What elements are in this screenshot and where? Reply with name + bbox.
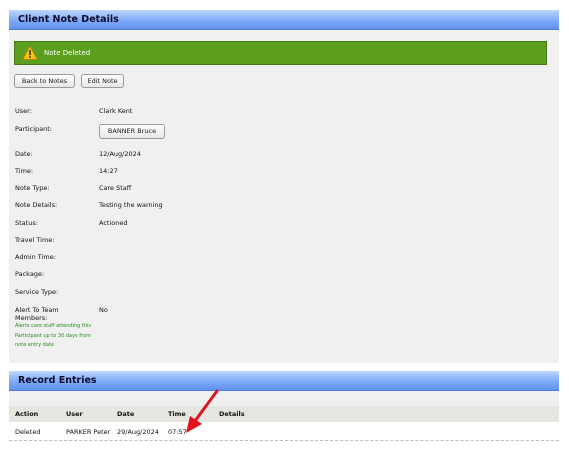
client-note-details-header: Client Note Details bbox=[9, 10, 559, 30]
record-entries-panel bbox=[9, 391, 559, 406]
column-header-action: Action bbox=[15, 410, 39, 418]
record-table-header bbox=[9, 406, 559, 422]
status-label: Status: bbox=[15, 219, 38, 227]
alert-team-hint: Alerts care staff attending this Partici… bbox=[15, 323, 92, 348]
status-value: Actioned bbox=[99, 219, 128, 227]
table-row-divider bbox=[9, 440, 559, 441]
section-title: Record Entries bbox=[18, 375, 97, 386]
back-to-notes-button[interactable]: Back to Notes bbox=[14, 74, 75, 88]
warning-triangle-icon bbox=[22, 45, 38, 60]
column-header-details: Details bbox=[219, 410, 245, 418]
package-label: Package: bbox=[15, 270, 45, 278]
alert-team-label-line1: Alert To Team bbox=[15, 306, 59, 314]
alert-message: Note Deleted bbox=[44, 49, 91, 57]
note-details-label: Note Details: bbox=[15, 201, 58, 209]
user-value: Clark Kent bbox=[99, 107, 133, 115]
table-cell-date: 29/Aug/2024 bbox=[117, 428, 159, 436]
note-details-value: Testing the warning bbox=[99, 201, 163, 209]
time-label: Time: bbox=[15, 167, 34, 175]
participant-button[interactable]: BANNER Bruce bbox=[99, 124, 165, 139]
red-arrow-icon bbox=[186, 389, 219, 433]
record-entries-header: Record Entries bbox=[9, 371, 559, 391]
note-deleted-alert: Note Deleted bbox=[14, 41, 547, 65]
date-label: Date: bbox=[15, 150, 33, 158]
table-cell-user: PARKER Peter bbox=[66, 428, 111, 436]
time-value: 14:27 bbox=[99, 167, 118, 175]
admin-time-label: Admin Time: bbox=[15, 253, 56, 261]
note-type-value: Care Staff bbox=[99, 184, 132, 192]
date-value: 12/Aug/2024 bbox=[99, 150, 141, 158]
edit-note-button[interactable]: Edit Note bbox=[81, 74, 124, 88]
column-header-user: User bbox=[66, 410, 83, 418]
note-type-label: Note Type: bbox=[15, 184, 50, 192]
alert-team-label-line2: Members: bbox=[15, 314, 48, 322]
participant-label: Participant: bbox=[15, 125, 52, 133]
alert-team-value: No bbox=[99, 306, 108, 314]
user-label: User: bbox=[15, 107, 32, 115]
travel-time-label: Travel Time: bbox=[15, 236, 55, 244]
section-title: Client Note Details bbox=[18, 14, 119, 25]
column-header-date: Date bbox=[117, 410, 135, 418]
service-type-label: Service Type: bbox=[15, 288, 59, 296]
table-cell-action: Deleted bbox=[15, 428, 41, 436]
